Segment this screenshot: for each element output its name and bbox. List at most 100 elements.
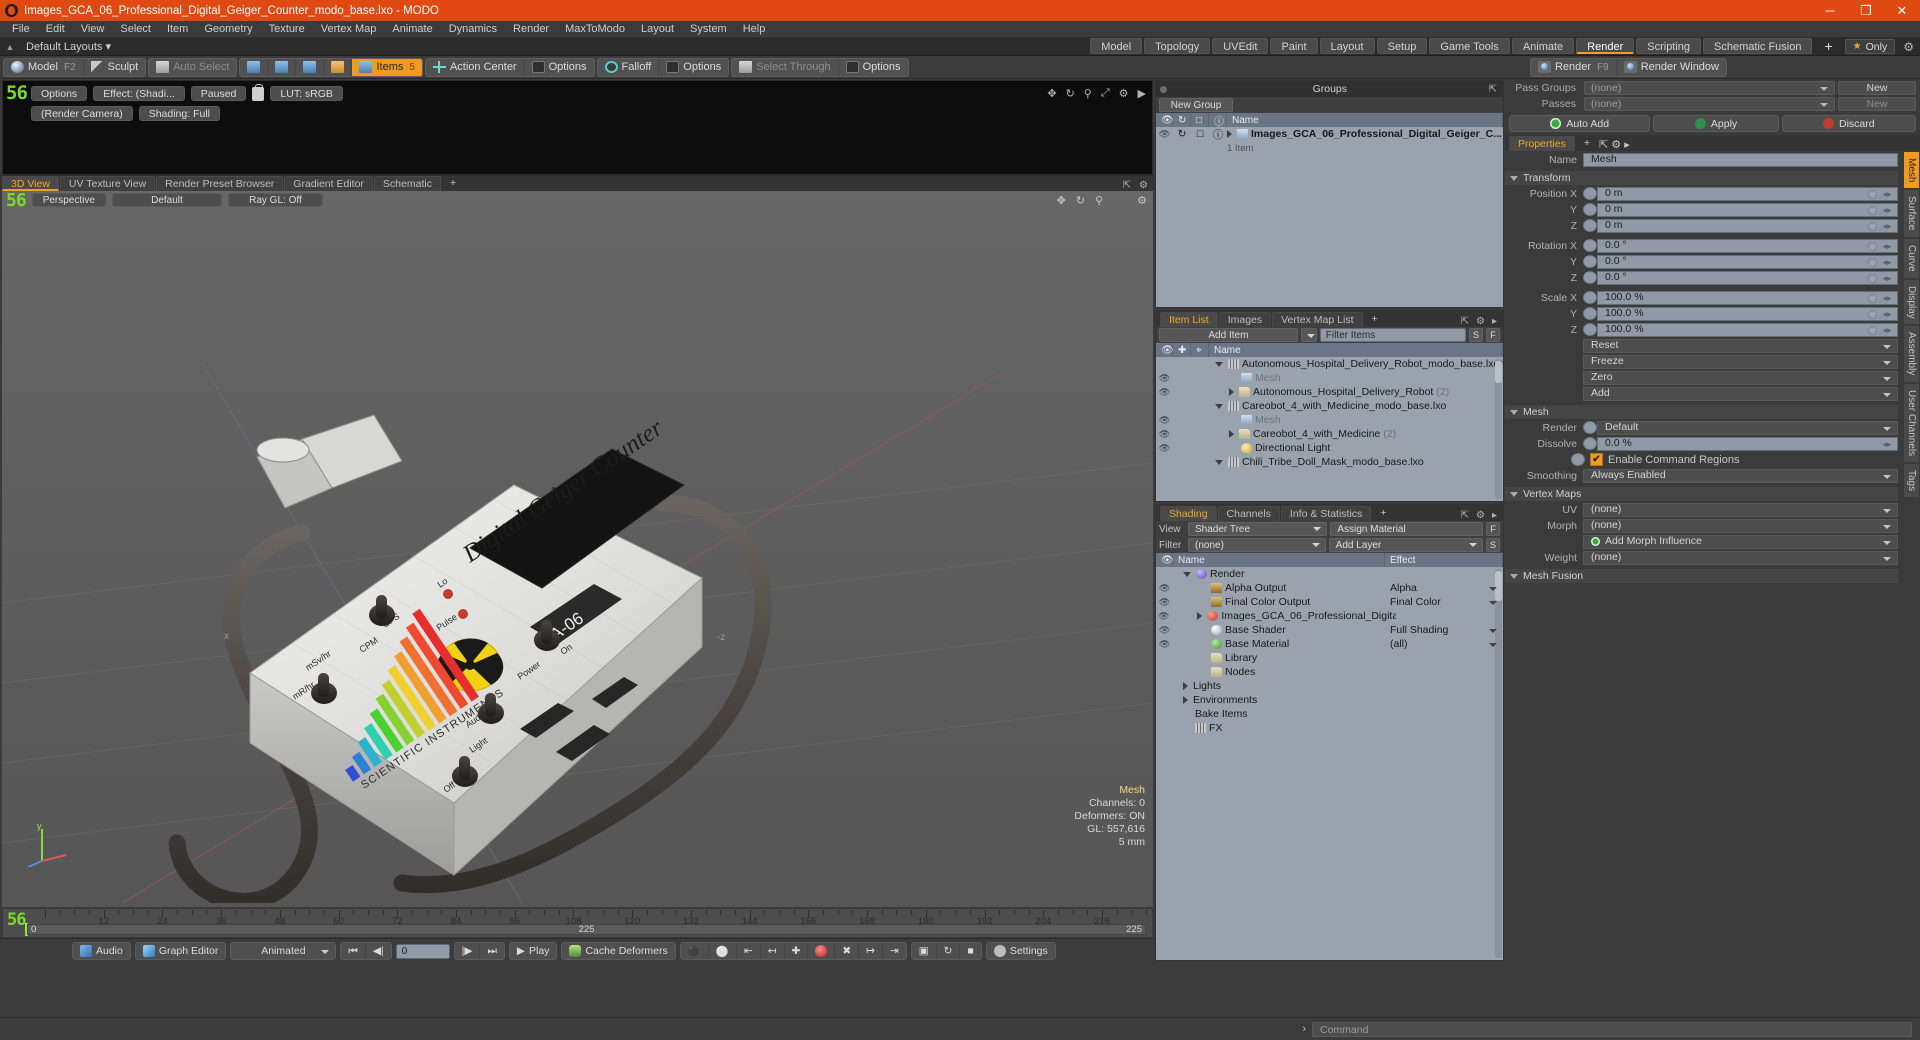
toolbar-button-material-mode[interactable] — [324, 58, 353, 76]
lock-icon[interactable] — [252, 83, 265, 101]
transform-freeze-button[interactable]: Freeze — [1583, 354, 1898, 369]
layout-tab-scripting[interactable]: Scripting — [1636, 37, 1702, 54]
uv-select[interactable]: (none) — [1583, 502, 1898, 517]
table-row[interactable]: Autonomous_Hospital_Delivery_Robot_modo_… — [1156, 357, 1503, 371]
autokey-icon[interactable]: ▣ — [912, 943, 937, 959]
dissolve-field[interactable]: 0.0 % ◂▸ — [1597, 436, 1898, 451]
scale-z-channel-button[interactable] — [1583, 323, 1597, 336]
minimize-button[interactable]: ─ — [1812, 0, 1848, 21]
gear-icon[interactable]: ⚙ — [1611, 139, 1621, 151]
expand-icon[interactable]: ⇱ — [1461, 510, 1469, 521]
row-eye-icon[interactable]: 👁 — [1156, 611, 1171, 622]
add-layout-tab[interactable]: + — [1814, 38, 1842, 54]
audio-button[interactable]: Audio — [73, 943, 130, 959]
key-transform-icon[interactable]: ⚪ — [709, 943, 737, 959]
shader-tree-select[interactable]: Shader Tree — [1188, 522, 1328, 536]
viewport-tab-uv-texture-view[interactable]: UV Texture View — [59, 176, 156, 191]
item-list-body[interactable]: Autonomous_Hospital_Delivery_Robot_modo_… — [1156, 357, 1503, 501]
menu-item-layout[interactable]: Layout — [633, 21, 682, 38]
shading-tab-info-statistics[interactable]: Info & Statistics — [1280, 506, 1372, 521]
add-viewport-tab[interactable]: + — [442, 176, 464, 191]
only-toggle[interactable]: ★ Only — [1844, 39, 1896, 54]
vertex-maps-section-header[interactable]: Vertex Maps — [1505, 487, 1898, 501]
table-row[interactable]: FX — [1156, 721, 1503, 735]
menu-item-animate[interactable]: Animate — [384, 21, 440, 38]
row-effect-cell[interactable]: Final Color — [1385, 596, 1503, 608]
timeline[interactable]: 56 12 24 36 48 60 72 84 96 108 120 132 144 156 168 180… — [2, 908, 1153, 938]
expand-icon[interactable]: ⇱ — [1123, 180, 1131, 191]
dissolve-channel-button[interactable] — [1583, 437, 1597, 450]
shading-f-button[interactable]: F — [1486, 522, 1500, 536]
table-row[interactable]: 👁 Images_GCA_06_Professional_Digital_ ... — [1156, 609, 1503, 623]
table-row[interactable]: 👁 Directional Light — [1156, 441, 1503, 455]
weight-select[interactable]: (none) — [1583, 550, 1898, 565]
add-item-button[interactable]: Add Item — [1159, 328, 1298, 342]
pass-groups-select[interactable]: (none) — [1584, 81, 1835, 95]
row-info-icon[interactable]: ⓘ — [1209, 127, 1227, 142]
preview-paused-button[interactable]: Paused — [190, 86, 247, 101]
auto-add-button[interactable]: Auto Add — [1509, 115, 1651, 132]
collapse-arrow-icon[interactable]: ▲ — [0, 42, 20, 52]
row-eye-icon[interactable]: 👁 — [1156, 639, 1173, 650]
fit-icon[interactable]: ⤢ — [1101, 87, 1110, 100]
row-lock-icon[interactable]: □ — [1191, 128, 1209, 140]
table-row[interactable]: 👁 Base Shader Full Shading — [1156, 623, 1503, 637]
add-layer-button[interactable]: Add Layer — [1328, 538, 1483, 552]
twirl-right-icon[interactable] — [1183, 682, 1188, 690]
table-row[interactable]: 👁 Base Material (all) — [1156, 637, 1503, 651]
table-row[interactable]: Nodes — [1156, 665, 1503, 679]
expand-icon[interactable]: ⇱ — [1461, 316, 1469, 327]
twirl-right-icon[interactable] — [1197, 612, 1203, 620]
gear-icon[interactable]: ⚙ — [1903, 40, 1914, 54]
table-row[interactable]: 👁 Mesh — [1156, 371, 1503, 385]
3d-viewport[interactable]: 56 Perspective Default Ray GL: Off ✥ ↻ ⚲… — [2, 191, 1153, 907]
toolbar-button-options[interactable]: Options — [659, 59, 728, 76]
rotation-z-channel-button[interactable] — [1583, 271, 1597, 284]
filter-f-button[interactable]: F — [1486, 328, 1501, 342]
twirl-down-icon[interactable] — [1183, 571, 1191, 577]
menu-item-select[interactable]: Select — [112, 21, 159, 38]
layout-tab-game-tools[interactable]: Game Tools — [1429, 37, 1510, 54]
scale-y-field[interactable]: 100.0 % ◂▸ — [1597, 306, 1898, 321]
current-frame-field[interactable]: 0 — [395, 943, 450, 959]
scale-z-field[interactable]: 100.0 % ◂▸ — [1597, 322, 1898, 337]
default-layouts-menu[interactable]: Default Layouts ▾ — [20, 40, 117, 53]
toolbar-button-falloff[interactable]: Falloff — [598, 58, 660, 76]
menu-item-file[interactable]: File — [4, 21, 38, 38]
scale-y-channel-button[interactable] — [1583, 307, 1597, 320]
tab-properties[interactable]: Properties — [1509, 136, 1575, 151]
add-item-list-tab[interactable]: + — [1364, 312, 1386, 327]
mesh-section-header[interactable]: Mesh — [1505, 405, 1898, 419]
prev-frame-button[interactable]: ◀| — [366, 943, 391, 959]
table-row[interactable]: Library — [1156, 651, 1503, 665]
gear-icon[interactable]: ⚙ — [1476, 510, 1485, 521]
layout-tab-paint[interactable]: Paint — [1270, 37, 1318, 54]
refresh-icon[interactable]: ↻ — [937, 943, 961, 959]
properties-vtab-mesh[interactable]: Mesh — [1903, 151, 1920, 190]
table-row[interactable]: 👁 ↻ □ ⓘ Images_GCA_06_Professional_Digit… — [1156, 127, 1503, 141]
toolbar-button-polygon-mode[interactable] — [296, 58, 325, 76]
toolbar-button-auto-select[interactable]: Auto Select — [149, 59, 236, 76]
gear-icon[interactable]: ⚙ — [1119, 87, 1129, 100]
twirl-right-icon[interactable] — [1229, 388, 1234, 396]
table-row[interactable]: Careobot_4_with_Medicine_modo_base.lxo — [1156, 399, 1503, 413]
shading-list-body[interactable]: Render 👁 Alpha Output Alpha 👁 Final Color Out… — [1156, 567, 1503, 960]
rotate-icon[interactable]: ↻ — [1066, 87, 1075, 100]
properties-vtab-user-channels[interactable]: User Channels — [1903, 382, 1920, 463]
ecr-channel-button[interactable] — [1571, 453, 1585, 466]
row-eye-icon[interactable]: 👁 — [1156, 583, 1173, 594]
cache-deformers-button[interactable]: Cache Deformers — [562, 943, 674, 959]
shading-s-button[interactable]: S — [1486, 538, 1500, 552]
gear-icon[interactable]: ⚙ — [1476, 316, 1485, 327]
table-row[interactable]: 👁 Careobot_4_with_Medicine (2) — [1156, 427, 1503, 441]
pass-groups-new-button[interactable]: New — [1838, 81, 1916, 95]
next-frame-button[interactable]: |▶ — [455, 943, 481, 959]
row-eye-icon[interactable]: 👁 — [1156, 387, 1173, 398]
properties-vtab-tags[interactable]: Tags — [1903, 462, 1920, 499]
goto-start-button[interactable]: ⏮ — [341, 943, 366, 959]
position-x-field[interactable]: 0 m ◂▸ — [1597, 186, 1898, 201]
scale-x-channel-button[interactable] — [1583, 291, 1597, 304]
goto-end-button[interactable]: ⏭ — [480, 943, 503, 959]
next-key-icon[interactable]: ↦ — [859, 943, 883, 959]
chevron-right-icon[interactable]: ▸ — [1492, 510, 1497, 521]
